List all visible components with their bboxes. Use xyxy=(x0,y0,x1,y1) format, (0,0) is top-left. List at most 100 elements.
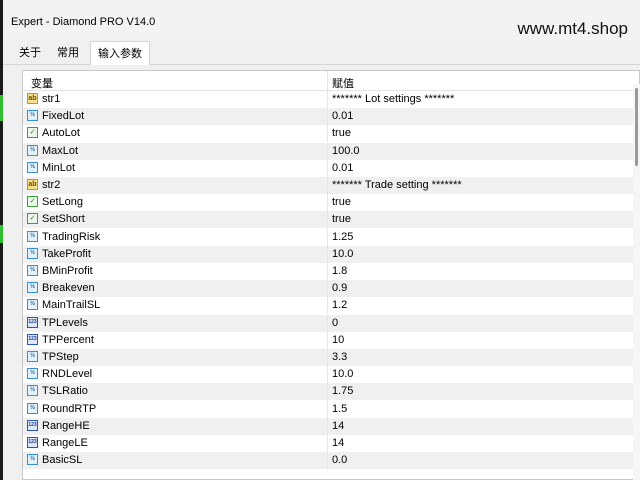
parameter-name: TPLevels xyxy=(42,317,88,329)
title-bar[interactable]: Expert - Diamond PRO V14.0 www.mt4.shop xyxy=(3,0,640,40)
parameter-row[interactable]: ½ MinLot 0.01 xyxy=(23,160,639,177)
column-divider xyxy=(327,401,328,418)
parameter-value[interactable]: true xyxy=(332,213,351,225)
parameter-value[interactable]: 14 xyxy=(332,420,344,432)
double-icon: ½ xyxy=(27,403,38,414)
parameter-row[interactable]: ½ MaxLot 100.0 xyxy=(23,143,639,160)
grid-header: 变量 赋值 xyxy=(23,71,639,91)
parameter-row[interactable]: ½ MainTrailSL 1.2 xyxy=(23,297,639,314)
parameter-value[interactable]: ******* Trade setting ******* xyxy=(332,179,462,191)
column-divider xyxy=(327,418,328,435)
double-icon: ½ xyxy=(27,145,38,156)
parameter-name: SetShort xyxy=(42,213,85,225)
double-icon: ½ xyxy=(27,385,38,396)
parameter-value[interactable]: 3.3 xyxy=(332,351,347,363)
parameter-name: AutoLot xyxy=(42,127,80,139)
double-icon: ½ xyxy=(27,162,38,173)
column-divider xyxy=(327,435,328,452)
expert-properties-dialog: Expert - Diamond PRO V14.0 www.mt4.shop … xyxy=(3,0,640,480)
parameter-row[interactable]: ½ RoundRTP 1.5 xyxy=(23,401,639,418)
parameter-row[interactable]: ½ BMinProfit 1.8 xyxy=(23,263,639,280)
column-divider xyxy=(327,297,328,314)
parameter-row[interactable]: ½ BasicSL 0.0 xyxy=(23,452,639,469)
parameter-name: SetLong xyxy=(42,196,83,208)
parameter-name: str1 xyxy=(42,93,61,105)
parameter-row[interactable]: 123 TPLevels 0 xyxy=(23,315,639,332)
double-icon: ½ xyxy=(27,351,38,362)
parameter-name: BMinProfit xyxy=(42,265,93,277)
parameter-name: Breakeven xyxy=(42,282,95,294)
parameter-value[interactable]: 14 xyxy=(332,437,344,449)
tab-about[interactable]: 关于 xyxy=(12,43,48,63)
parameter-value[interactable]: 0.0 xyxy=(332,454,347,466)
parameter-name: TradingRisk xyxy=(42,231,101,243)
double-icon: ½ xyxy=(27,248,38,259)
bool-icon: ✓ xyxy=(27,127,38,138)
parameter-value[interactable]: 1.75 xyxy=(332,385,353,397)
double-icon: ½ xyxy=(27,265,38,276)
column-divider xyxy=(327,143,328,160)
column-header-variable[interactable]: 变量 xyxy=(31,75,53,91)
parameter-value[interactable]: 100.0 xyxy=(332,145,360,157)
parameter-value[interactable]: 10.0 xyxy=(332,248,353,260)
parameter-row[interactable]: 123 TPPercent 10 xyxy=(23,332,639,349)
parameter-value[interactable]: ******* Lot settings ******* xyxy=(332,93,454,105)
tab-common[interactable]: 常用 xyxy=(50,43,86,63)
string-icon: ab xyxy=(27,179,38,190)
parameter-value[interactable]: 0 xyxy=(332,317,338,329)
parameter-row[interactable]: ½ FixedLot 0.01 xyxy=(23,108,639,125)
parameter-name: TakeProfit xyxy=(42,248,91,260)
column-divider xyxy=(327,349,328,366)
parameter-name: TSLRatio xyxy=(42,385,88,397)
column-divider xyxy=(327,108,328,125)
parameter-name: BasicSL xyxy=(42,454,83,466)
parameter-name: TPStep xyxy=(42,351,79,363)
bool-icon: ✓ xyxy=(27,196,38,207)
bool-icon: ✓ xyxy=(27,213,38,224)
parameter-row[interactable]: ✓ SetLong true xyxy=(23,194,639,211)
parameter-name: MaxLot xyxy=(42,145,79,157)
int-icon: 123 xyxy=(27,317,38,328)
int-icon: 123 xyxy=(27,437,38,448)
parameter-value[interactable]: 0.01 xyxy=(332,110,353,122)
parameter-value[interactable]: true xyxy=(332,127,351,139)
parameter-name: RNDLevel xyxy=(42,368,93,380)
parameter-value[interactable]: 0.9 xyxy=(332,282,347,294)
parameter-value[interactable]: 10 xyxy=(332,334,344,346)
parameter-row[interactable]: ½ TSLRatio 1.75 xyxy=(23,383,639,400)
parameter-row[interactable]: 123 RangeLE 14 xyxy=(23,435,639,452)
parameter-name: RoundRTP xyxy=(42,403,97,415)
parameter-row[interactable]: ✓ SetShort true xyxy=(23,211,639,228)
vertical-scrollbar[interactable] xyxy=(633,84,640,480)
parameter-value[interactable]: true xyxy=(332,196,351,208)
tab-inputs[interactable]: 输入参数 xyxy=(90,41,150,65)
parameter-value[interactable]: 1.2 xyxy=(332,299,347,311)
parameter-name: str2 xyxy=(42,179,61,191)
column-header-value[interactable]: 赋值 xyxy=(332,75,354,91)
parameter-row[interactable]: ½ TakeProfit 10.0 xyxy=(23,246,639,263)
parameter-value[interactable]: 10.0 xyxy=(332,368,353,380)
parameter-row[interactable]: ½ TPStep 3.3 xyxy=(23,349,639,366)
parameter-row[interactable]: ✓ AutoLot true xyxy=(23,125,639,142)
parameter-value[interactable]: 1.25 xyxy=(332,231,353,243)
column-divider xyxy=(327,125,328,142)
parameter-value[interactable]: 1.5 xyxy=(332,403,347,415)
parameter-value[interactable]: 1.8 xyxy=(332,265,347,277)
column-divider xyxy=(327,160,328,177)
column-divider xyxy=(327,383,328,400)
column-divider[interactable] xyxy=(327,71,328,90)
int-icon: 123 xyxy=(27,420,38,431)
parameter-row[interactable]: ab str1 ******* Lot settings ******* xyxy=(23,91,639,108)
double-icon: ½ xyxy=(27,454,38,465)
column-divider xyxy=(327,315,328,332)
parameter-row[interactable]: 123 RangeHE 14 xyxy=(23,418,639,435)
column-divider xyxy=(327,194,328,211)
parameter-value[interactable]: 0.01 xyxy=(332,162,353,174)
parameter-row[interactable]: ab str2 ******* Trade setting ******* xyxy=(23,177,639,194)
parameter-row[interactable]: ½ RNDLevel 10.0 xyxy=(23,366,639,383)
parameter-row[interactable]: ½ TradingRisk 1.25 xyxy=(23,229,639,246)
tab-bar: 关于 常用 输入参数 xyxy=(3,41,640,65)
parameter-row[interactable]: ½ Breakeven 0.9 xyxy=(23,280,639,297)
column-divider xyxy=(327,91,328,108)
scrollbar-thumb[interactable] xyxy=(635,88,638,166)
